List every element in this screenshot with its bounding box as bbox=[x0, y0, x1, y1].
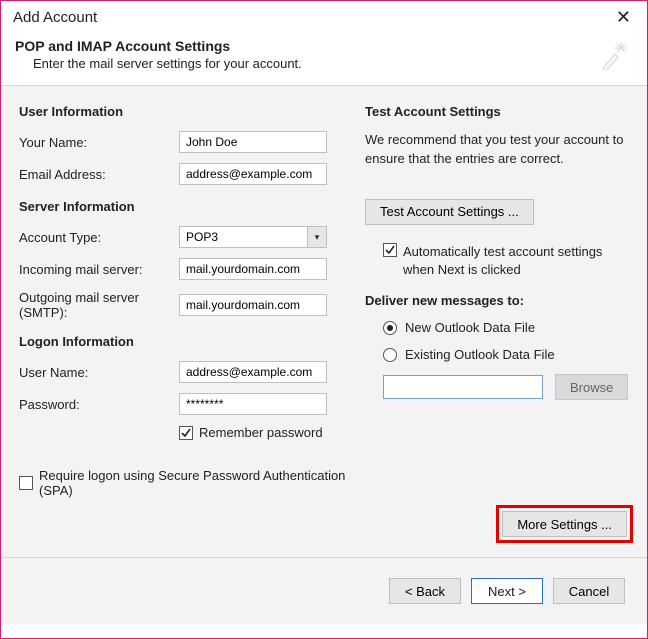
right-column: Test Account Settings We recommend that … bbox=[349, 104, 633, 547]
content-area: User Information Your Name: Email Addres… bbox=[1, 86, 647, 558]
header-subtitle: Enter the mail server settings for your … bbox=[33, 56, 302, 71]
more-settings-highlight: More Settings ... bbox=[496, 505, 633, 543]
account-type-value[interactable] bbox=[179, 226, 307, 248]
spa-row[interactable]: Require logon using Secure Password Auth… bbox=[19, 468, 349, 498]
server-info-title: Server Information bbox=[19, 199, 349, 214]
remember-password-row[interactable]: Remember password bbox=[179, 425, 349, 440]
user-info-title: User Information bbox=[19, 104, 349, 119]
new-datafile-row[interactable]: New Outlook Data File bbox=[383, 320, 633, 335]
title-bar: Add Account ✕ bbox=[1, 1, 647, 32]
existing-datafile-label: Existing Outlook Data File bbox=[405, 347, 555, 362]
auto-test-row[interactable]: Automatically test account settings when… bbox=[383, 243, 623, 279]
password-label: Password: bbox=[19, 397, 179, 412]
incoming-server-input[interactable] bbox=[179, 258, 327, 280]
logon-info-title: Logon Information bbox=[19, 334, 349, 349]
existing-datafile-row[interactable]: Existing Outlook Data File bbox=[383, 347, 633, 362]
header-text: POP and IMAP Account Settings Enter the … bbox=[15, 38, 302, 73]
account-type-select[interactable]: ▾ bbox=[179, 226, 327, 248]
wand-icon bbox=[599, 40, 629, 73]
test-account-settings-button[interactable]: Test Account Settings ... bbox=[365, 199, 534, 225]
chevron-down-icon[interactable]: ▾ bbox=[307, 226, 327, 248]
username-input[interactable] bbox=[179, 361, 327, 383]
window-title: Add Account bbox=[13, 9, 97, 26]
browse-button[interactable]: Browse bbox=[555, 374, 628, 400]
left-column: User Information Your Name: Email Addres… bbox=[19, 104, 349, 547]
datafile-path-input[interactable] bbox=[383, 375, 543, 399]
username-label: User Name: bbox=[19, 365, 179, 380]
spa-label: Require logon using Secure Password Auth… bbox=[39, 468, 349, 498]
auto-test-label: Automatically test account settings when… bbox=[403, 243, 623, 279]
next-button[interactable]: Next > bbox=[471, 578, 543, 604]
header-title: POP and IMAP Account Settings bbox=[15, 38, 302, 54]
remember-password-label: Remember password bbox=[199, 425, 323, 440]
more-settings-button[interactable]: More Settings ... bbox=[502, 511, 627, 537]
new-datafile-radio[interactable] bbox=[383, 321, 397, 335]
account-type-label: Account Type: bbox=[19, 230, 179, 245]
test-settings-desc: We recommend that you test your account … bbox=[365, 131, 625, 169]
auto-test-checkbox[interactable] bbox=[383, 243, 397, 257]
email-label: Email Address: bbox=[19, 167, 179, 182]
outgoing-server-label: Outgoing mail server (SMTP): bbox=[19, 290, 179, 320]
spa-checkbox[interactable] bbox=[19, 476, 33, 490]
cancel-button[interactable]: Cancel bbox=[553, 578, 625, 604]
test-settings-title: Test Account Settings bbox=[365, 104, 633, 119]
outgoing-server-input[interactable] bbox=[179, 294, 327, 316]
remember-password-checkbox[interactable] bbox=[179, 426, 193, 440]
footer: < Back Next > Cancel bbox=[1, 558, 647, 624]
new-datafile-label: New Outlook Data File bbox=[405, 320, 535, 335]
email-input[interactable] bbox=[179, 163, 327, 185]
back-button[interactable]: < Back bbox=[389, 578, 461, 604]
your-name-label: Your Name: bbox=[19, 135, 179, 150]
close-icon[interactable]: ✕ bbox=[610, 7, 637, 28]
existing-datafile-radio[interactable] bbox=[383, 348, 397, 362]
password-input[interactable] bbox=[179, 393, 327, 415]
deliver-title: Deliver new messages to: bbox=[365, 293, 633, 308]
header: POP and IMAP Account Settings Enter the … bbox=[1, 32, 647, 86]
incoming-server-label: Incoming mail server: bbox=[19, 262, 179, 277]
your-name-input[interactable] bbox=[179, 131, 327, 153]
